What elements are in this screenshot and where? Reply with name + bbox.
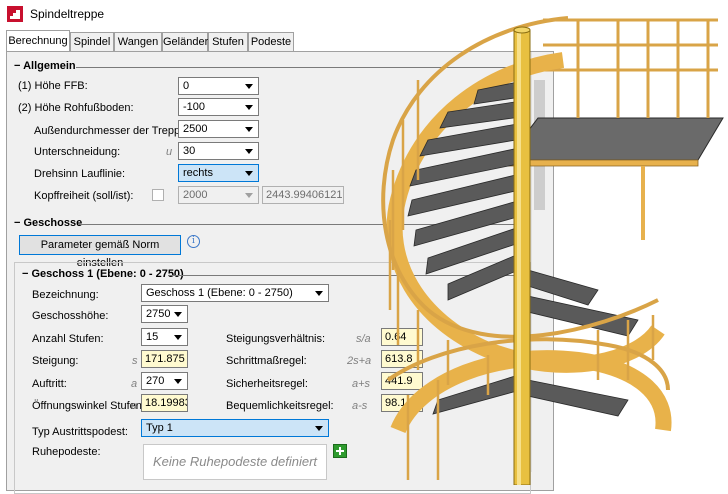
chevron-down-icon [174, 312, 182, 317]
kopffreiheit-label: Kopffreiheit (soll/ist): [34, 190, 134, 202]
schrittmassregel-symbol: 2s+a [347, 355, 372, 367]
section-geschosse-header[interactable]: − Geschosse [14, 217, 82, 229]
add-ruhepodest-icon[interactable] [333, 444, 347, 458]
oeffnungswinkel-symbol: α [131, 400, 138, 412]
aussendurchmesser-combo[interactable]: 2500 [178, 120, 259, 138]
chevron-down-icon [245, 149, 253, 154]
bezeichnung-combo[interactable]: Geschoss 1 (Ebene: 0 - 2750) [141, 284, 329, 302]
oeffnungswinkel-label: Öffnungswinkel Stufen: [32, 400, 145, 412]
auftritt-label: Auftritt: [32, 378, 67, 390]
info-icon[interactable]: i [187, 235, 200, 248]
sicherheitsregel-symbol: a+s [352, 378, 371, 390]
hoehe-ffb-combo[interactable]: 0 [178, 77, 259, 95]
collapse-icon[interactable]: − [14, 60, 23, 72]
bequemlichkeitsregel-symbol: a-s [352, 400, 368, 412]
unterschneidung-combo[interactable]: 30 [178, 142, 259, 160]
landing-railing [543, 18, 718, 118]
schrittmassregel-label: Schrittmaßregel: [226, 355, 307, 367]
tab-gelaender[interactable]: Geländer [162, 32, 208, 51]
tab-podeste[interactable]: Podeste [248, 32, 294, 51]
tab-spindel[interactable]: Spindel [70, 32, 114, 51]
window-title: Spindeltreppe [30, 7, 105, 21]
central-spindle [513, 29, 531, 485]
tab-wangen[interactable]: Wangen [114, 32, 162, 51]
tab-stufen[interactable]: Stufen [208, 32, 248, 51]
chevron-down-icon [174, 379, 182, 384]
auftritt-combo[interactable]: 270 [141, 372, 188, 390]
oeffnungswinkel-field: 18.199835 [141, 394, 188, 412]
chevron-down-icon [245, 193, 253, 198]
ruhepodeste-list[interactable]: Keine Ruhepodeste definiert [143, 444, 327, 480]
bezeichnung-label: Bezeichnung: [32, 289, 99, 301]
chevron-down-icon [245, 171, 253, 176]
staircase-app-icon [7, 6, 23, 22]
hoehe-rohfussboden-label: (2) Höhe Rohfußboden: [18, 102, 134, 114]
staircase-3d-preview [381, 16, 724, 485]
unterschneidung-label: Unterschneidung: [34, 146, 121, 158]
upper-landing [504, 117, 724, 161]
chevron-down-icon [245, 84, 253, 89]
steigung-label: Steigung: [32, 355, 79, 367]
bequemlichkeitsregel-label: Bequemlichkeitsregel: [226, 400, 334, 412]
sicherheitsregel-label: Sicherheitsregel: [226, 378, 308, 390]
steigungsverhaeltnis-symbol: s/a [356, 333, 371, 345]
chevron-down-icon [174, 335, 182, 340]
steigungsverhaeltnis-label: Steigungsverhältnis: [226, 333, 326, 345]
anzahl-stufen-combo[interactable]: 15 [141, 328, 188, 346]
drehsinn-label: Drehsinn Lauflinie: [34, 168, 126, 180]
upper-landing-edge [505, 159, 699, 167]
ruhepodeste-label: Ruhepodeste: [32, 446, 101, 458]
geschoss1-header[interactable]: − Geschoss 1 (Ebene: 0 - 2750) [22, 268, 184, 280]
chevron-down-icon [315, 291, 323, 296]
hoehe-rohfussboden-combo[interactable]: -100 [178, 98, 259, 116]
unterschneidung-symbol: u [166, 146, 173, 158]
typ-austrittspodest-combo[interactable]: Typ 1 [141, 419, 329, 437]
chevron-down-icon [315, 426, 323, 431]
geschosshoehe-label: Geschosshöhe: [32, 310, 109, 322]
auftritt-symbol: a [131, 378, 138, 390]
section-allgemein-header[interactable]: − Allgemein [14, 60, 76, 72]
geschosshoehe-combo[interactable]: 2750 [141, 305, 188, 323]
chevron-down-icon [245, 127, 253, 132]
tab-bar: Berechnung Spindel Wangen Geländer Stufe… [6, 30, 296, 52]
drehsinn-combo[interactable]: rechts [178, 164, 259, 182]
kopffreiheit-checkbox[interactable] [152, 189, 164, 201]
tab-berechnung[interactable]: Berechnung [6, 30, 70, 51]
anzahl-stufen-label: Anzahl Stufen: [32, 333, 104, 345]
hoehe-ffb-label: (1) Höhe FFB: [18, 80, 88, 92]
steigung-field: 171.875 [141, 350, 188, 368]
typ-austrittspodest-label: Typ Austrittspodest: [32, 426, 128, 438]
chevron-down-icon [245, 105, 253, 110]
aussendurchmesser-label: Außendurchmesser der Treppe: [34, 125, 190, 137]
kopffreiheit-soll-combo[interactable]: 2000 [178, 186, 259, 204]
steigung-symbol: s [132, 355, 138, 367]
kopffreiheit-ist-field: 2443.9940612193 [262, 186, 344, 204]
norm-parameters-button[interactable]: Parameter gemäß Norm einstellen [19, 235, 181, 269]
